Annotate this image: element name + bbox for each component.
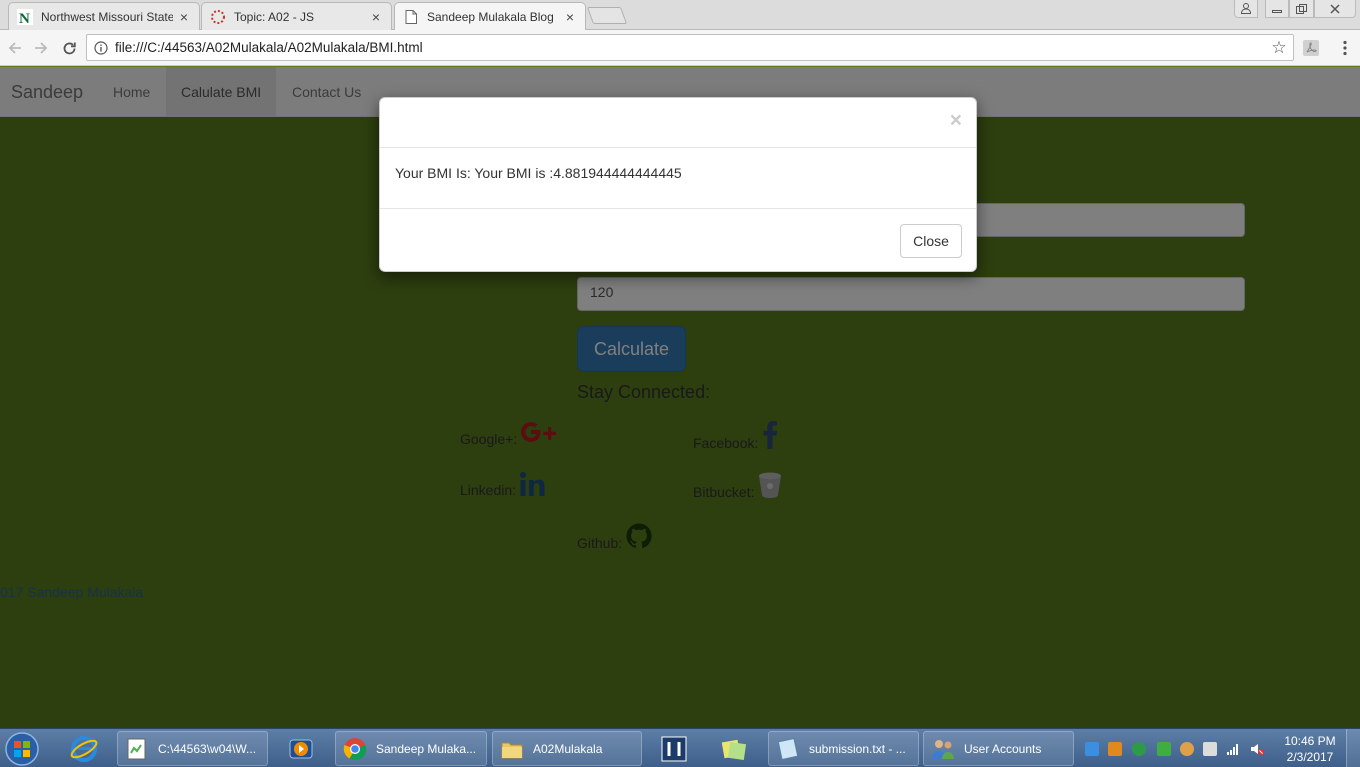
page-icon	[403, 9, 419, 25]
tab-northwest-missouri[interactable]: N Northwest Missouri State ×	[8, 2, 200, 30]
new-tab-button[interactable]	[586, 7, 628, 24]
java-update-icon[interactable]	[1108, 742, 1122, 756]
close-tab-icon[interactable]: ×	[177, 9, 191, 25]
tab-topic-a02[interactable]: Topic: A02 - JS ×	[201, 2, 392, 30]
modal-header: ×	[380, 98, 976, 148]
taskbar-item-notepad[interactable]: submission.txt - ...	[768, 731, 919, 766]
bmi-result-modal: × Your BMI Is: Your BMI is :4.8819444444…	[379, 97, 977, 272]
muted-volume-icon[interactable]	[1250, 742, 1264, 756]
reload-icon[interactable]	[58, 37, 80, 59]
taskbar-clock[interactable]: 10:46 PM 2/3/2017	[1282, 733, 1338, 765]
taskbar-item-label: C:\44563\w04\W...	[158, 741, 257, 756]
taskbar-item-label: submission.txt - ...	[809, 741, 906, 756]
taskbar-item-label: A02Mulakala	[533, 741, 603, 756]
notepad-icon	[775, 736, 801, 762]
loading-spinner-icon	[210, 9, 226, 25]
browser-toolbar: file:///C:/44563/A02Mulakala/A02Mulakala…	[0, 30, 1360, 66]
network-signal-icon[interactable]	[1226, 742, 1240, 756]
user-profile-icon[interactable]	[1234, 0, 1258, 18]
taskbar-item-user-accounts[interactable]: User Accounts	[923, 731, 1074, 766]
taskbar-item-label: Sandeep Mulaka...	[376, 741, 477, 756]
media-player-icon[interactable]	[274, 731, 328, 766]
taskbar-item-label: User Accounts	[964, 741, 1042, 756]
modal-close-button[interactable]: Close	[900, 224, 962, 258]
usb-device-icon[interactable]	[1203, 742, 1217, 756]
notepad-plus-icon	[124, 736, 150, 762]
modal-close-x-icon[interactable]: ×	[950, 110, 962, 131]
food-app-icon[interactable]	[1180, 742, 1194, 756]
users-icon	[930, 736, 956, 762]
tab-title: Northwest Missouri State	[41, 9, 173, 24]
pdf-extension-icon[interactable]	[1302, 39, 1320, 57]
recycle-sync-icon[interactable]	[1132, 742, 1146, 756]
back-arrow-icon[interactable]	[4, 37, 26, 59]
info-icon[interactable]	[87, 40, 115, 55]
clock-date: 2/3/2017	[1286, 750, 1334, 764]
app-bracket-icon[interactable]	[652, 731, 696, 766]
close-window-icon[interactable]	[1314, 0, 1356, 18]
minimize-icon[interactable]	[1265, 0, 1289, 18]
start-button[interactable]	[2, 730, 42, 767]
folder-icon	[499, 736, 525, 762]
menu-dots-icon[interactable]	[1336, 39, 1354, 57]
clock-time: 10:46 PM	[1284, 734, 1336, 748]
close-tab-icon[interactable]: ×	[563, 9, 577, 25]
url-text: file:///C:/44563/A02Mulakala/A02Mulakala…	[115, 40, 423, 55]
screen: N Northwest Missouri State × Topic: A02 …	[0, 0, 1360, 767]
green-shield-icon[interactable]	[1157, 742, 1171, 756]
tab-title: Sandeep Mulakala Blog	[427, 10, 554, 24]
taskbar-item-notepad-plus[interactable]: C:\44563\w04\W...	[117, 731, 268, 766]
modal-footer: Close	[380, 208, 976, 272]
northwest-n-icon: N	[17, 8, 33, 25]
forward-arrow-icon[interactable]	[30, 37, 52, 59]
onedrive-icon[interactable]	[1085, 742, 1099, 756]
sticky-notes-icon[interactable]	[708, 731, 760, 766]
bookmark-star-icon[interactable]: ☆	[1265, 38, 1293, 58]
bmi-result-message: Your BMI Is: Your BMI is :4.881944444444…	[395, 165, 682, 181]
restore-icon[interactable]	[1289, 0, 1314, 18]
tab-sandeep-blog[interactable]: Sandeep Mulakala Blog ×	[394, 2, 586, 31]
close-tab-icon[interactable]: ×	[369, 9, 383, 25]
taskbar-item-folder[interactable]: A02Mulakala	[492, 731, 642, 766]
windows-taskbar: C:\44563\w04\W... Sandeep Mulaka... A02M…	[0, 728, 1360, 767]
internet-explorer-icon[interactable]	[60, 731, 108, 766]
svg-text:N: N	[19, 11, 30, 25]
address-bar[interactable]: file:///C:/44563/A02Mulakala/A02Mulakala…	[86, 34, 1294, 61]
browser-tabstrip: N Northwest Missouri State × Topic: A02 …	[0, 0, 1360, 31]
chrome-icon	[342, 736, 368, 762]
tab-title: Topic: A02 - JS	[234, 9, 315, 24]
show-desktop-button[interactable]	[1346, 729, 1360, 767]
taskbar-item-chrome[interactable]: Sandeep Mulaka...	[335, 731, 487, 766]
